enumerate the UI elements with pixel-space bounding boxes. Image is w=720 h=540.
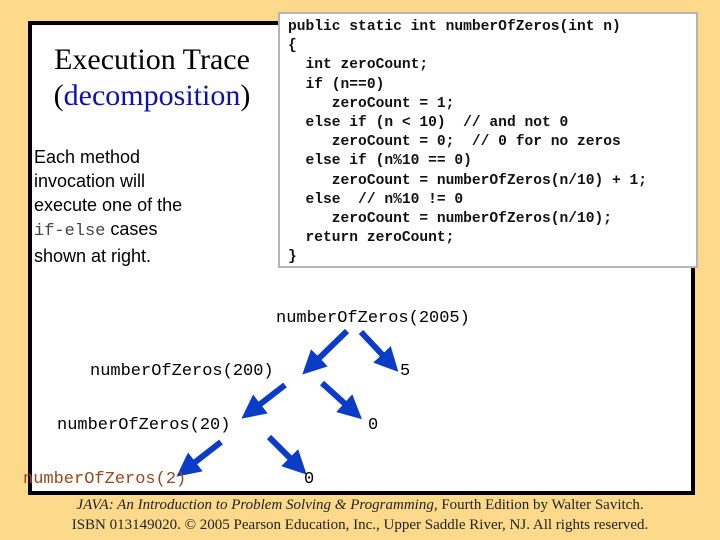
description-line: shown at right. xyxy=(34,246,152,266)
code-line: zeroCount = numberOfZeros(n/10); xyxy=(288,211,613,228)
code-line: { xyxy=(288,38,297,55)
paren-close: ) xyxy=(240,79,251,112)
description-line: invocation will xyxy=(34,171,146,191)
trace-node-result-0-a: 0 xyxy=(368,416,379,435)
footer-line-2: ISBN 013149020. © 2005 Pearson Education… xyxy=(71,517,649,533)
title-line-1: Execution Trace xyxy=(54,43,250,76)
paren-open: ( xyxy=(53,79,64,112)
code-line: int zeroCount; xyxy=(288,57,429,74)
code-line: zeroCount = 0; // 0 for no zeros xyxy=(288,134,621,151)
book-edition: , Fourth Edition by Walter Savitch. xyxy=(433,497,644,513)
description-line: execute one of the xyxy=(34,195,183,215)
description-line: Each method xyxy=(34,147,141,167)
code-line: zeroCount = numberOfZeros(n/10) + 1; xyxy=(288,172,648,189)
trace-node-result-5: 5 xyxy=(400,362,411,381)
slide-title: Execution Trace (decomposition) xyxy=(36,42,268,114)
code-listing: public static int numberOfZeros(int n) {… xyxy=(288,18,647,268)
code-listing-box: public static int numberOfZeros(int n) {… xyxy=(278,12,698,268)
trace-node-20: numberOfZeros(20) xyxy=(57,416,231,435)
code-line: else if (n < 10) // and not 0 xyxy=(288,115,569,132)
code-term: if-else xyxy=(34,222,106,241)
trace-node-2: numberOfZeros(2) xyxy=(23,470,187,489)
code-line: if (n==0) xyxy=(288,76,385,93)
book-title: JAVA: An Introduction to Problem Solving… xyxy=(76,497,434,513)
trace-node-200: numberOfZeros(200) xyxy=(90,362,274,381)
title-line-2: (decomposition) xyxy=(36,78,268,114)
title-accent: decomposition xyxy=(63,79,241,112)
code-line: return zeroCount; xyxy=(288,230,455,247)
code-line: public static int numberOfZeros(int n) xyxy=(288,19,621,35)
code-line: zeroCount = 1; xyxy=(288,95,455,112)
footer-line-1: JAVA: An Introduction to Problem Solving… xyxy=(0,495,720,515)
trace-node-root: numberOfZeros(2005) xyxy=(276,309,470,328)
description: Each method invocation will execute one … xyxy=(34,145,274,268)
code-line: else if (n%10 == 0) xyxy=(288,153,472,170)
code-line: } xyxy=(288,249,297,266)
description-line: if-else cases xyxy=(34,217,274,244)
copyright-footer: JAVA: An Introduction to Problem Solving… xyxy=(0,495,720,535)
code-line: else // n%10 != 0 xyxy=(288,191,464,208)
trace-node-result-0-b: 0 xyxy=(304,470,315,489)
description-text: cases xyxy=(105,219,158,239)
